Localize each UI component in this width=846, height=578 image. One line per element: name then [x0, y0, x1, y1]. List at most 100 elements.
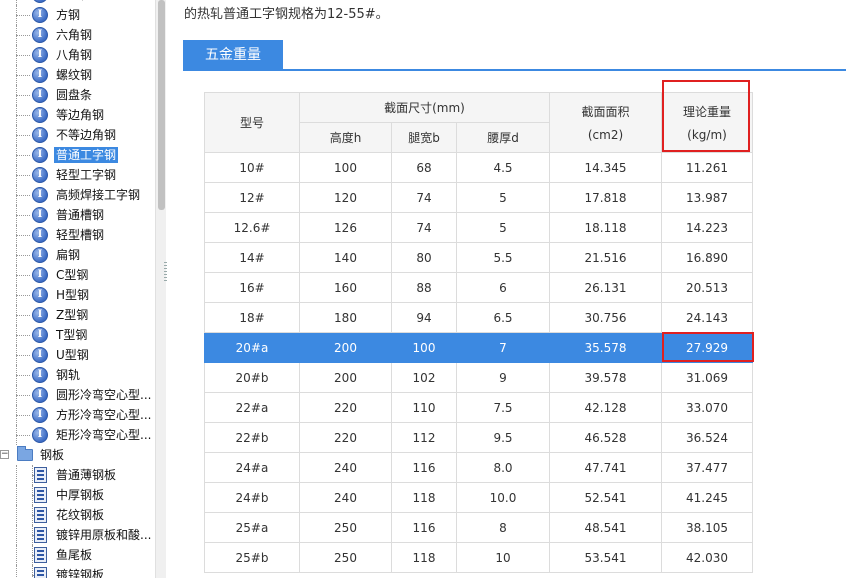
header-area-line1: 截面面积 [581, 105, 630, 119]
tree-item[interactable]: I 圆形冷弯空心型... [0, 385, 155, 405]
tree-item[interactable]: − 钢板 [0, 445, 155, 465]
tree-item-label: 普通槽钢 [56, 208, 105, 222]
tree-item[interactable]: I T型钢 [0, 325, 155, 345]
table-row: 14# 140 80 5.5 21.516 16.890 [204, 242, 753, 273]
i-beam-node-icon: I [32, 47, 48, 63]
tree-item-label: 镀锌用原板和酸... [56, 528, 152, 542]
table-cell: 10 [456, 542, 550, 573]
table-cell: 220 [299, 422, 392, 453]
tree-item-label: 轻型工字钢 [56, 168, 117, 182]
document-icon [34, 507, 47, 523]
tree-item-label: 矩形冷弯空心型... [56, 428, 152, 442]
tree-item[interactable]: I 等边角钢 [0, 105, 155, 125]
tree-item-label: 镀锌钢板 [56, 568, 105, 578]
tree-item[interactable]: I 螺纹钢 [0, 65, 155, 85]
tree-item[interactable]: 镀锌钢板 [0, 565, 155, 578]
table-cell: 37.477 [661, 452, 753, 483]
tree-scroll-thumb[interactable] [158, 0, 165, 210]
table-cell: 10# [204, 152, 300, 183]
tree-item[interactable]: I 钢轨 [0, 365, 155, 385]
tree-item[interactable]: I 扁钢 [0, 245, 155, 265]
table-cell: 5.5 [456, 242, 550, 273]
tree-guide-line [16, 525, 17, 545]
table-cell: 25#b [204, 542, 300, 573]
table-cell: 47.741 [549, 452, 662, 483]
intro-text: 的热轧普通工字钢规格为12-55#。 [184, 7, 389, 22]
tree-item[interactable]: 鱼尾板 [0, 545, 155, 565]
tree-item-label: 轻型槽钢 [56, 228, 105, 242]
tree-item[interactable]: I 方形冷弯空心型... [0, 405, 155, 425]
header-waist-thickness: 腰厚d [456, 122, 550, 153]
table-cell: 24#b [204, 482, 300, 513]
tree-item[interactable]: I 轻型工字钢 [0, 165, 155, 185]
table-cell: 180 [299, 302, 392, 333]
table-cell: 14.223 [661, 212, 753, 243]
tree-item[interactable]: 镀锌用原板和酸... [0, 525, 155, 545]
table-row: 12# 120 74 5 17.818 13.987 [204, 182, 753, 213]
i-beam-node-icon: I [32, 0, 48, 3]
table-cell: 118 [391, 542, 457, 573]
tree-item-label: U型钢 [56, 348, 89, 362]
table-cell: 116 [391, 452, 457, 483]
content-pane: 的热轧普通工字钢规格为12-55#。 五金重量 型号 截面尺寸(mm) 截面面积… [172, 0, 846, 578]
table-cell: 74 [391, 182, 457, 213]
tree-item[interactable]: I Z型钢 [0, 305, 155, 325]
table-cell: 140 [299, 242, 392, 273]
header-area-line2: (cm2) [587, 128, 624, 142]
tree-item[interactable]: I 圆盘条 [0, 85, 155, 105]
tree-guide-line [16, 235, 30, 236]
tree-item[interactable]: 花纹钢板 [0, 505, 155, 525]
tree-item[interactable]: I 普通槽钢 [0, 205, 155, 225]
table-cell: 110 [391, 392, 457, 423]
tree-item-label: 中厚钢板 [56, 488, 105, 502]
i-beam-node-icon: I [32, 407, 48, 423]
splitter-grip-icon[interactable] [164, 262, 167, 282]
tree-guide-line [16, 75, 30, 76]
table-cell: 52.541 [549, 482, 662, 513]
table-cell: 20.513 [661, 272, 753, 303]
i-beam-node-icon: I [32, 327, 48, 343]
folder-icon [17, 446, 33, 461]
i-beam-node-icon: I [32, 367, 48, 383]
table-cell: 10.0 [456, 482, 550, 513]
i-beam-node-icon: I [32, 227, 48, 243]
tab-hardware-weight[interactable]: 五金重量 [183, 40, 283, 70]
tree-item[interactable]: 普通薄钢板 [0, 465, 155, 485]
tree-scrollbar[interactable] [155, 0, 166, 578]
tree-item[interactable]: I 高频焊接工字钢 [0, 185, 155, 205]
tree-item[interactable]: I C型钢 [0, 265, 155, 285]
table-row: 20#b 200 102 9 39.578 31.069 [204, 362, 753, 393]
tree-item[interactable]: I 矩形冷弯空心型... [0, 425, 155, 445]
tree-guide-line [16, 95, 30, 96]
tree-list: I H型钢 I 方钢 I 六角钢 I 八角钢 I 螺纹钢 I 圆盘条 I 等边角钢 I 不等边角钢 I 普通工字钢… [0, 0, 155, 578]
table-cell: 5 [456, 182, 550, 213]
collapse-icon[interactable]: − [0, 450, 9, 459]
tree-item[interactable]: I 轻型槽钢 [0, 225, 155, 245]
table-cell: 16.890 [661, 242, 753, 273]
table-cell: 12.6# [204, 212, 300, 243]
tree-item-label: 圆形冷弯空心型... [56, 388, 152, 402]
tree-item[interactable]: I U型钢 [0, 345, 155, 365]
category-tree: I H型钢 I 方钢 I 六角钢 I 八角钢 I 螺纹钢 I 圆盘条 I 等边角钢 I 不等边角钢 I 普通工字钢… [0, 0, 155, 578]
i-beam-node-icon: I [32, 387, 48, 403]
table-cell: 220 [299, 392, 392, 423]
table-cell: 6 [456, 272, 550, 303]
i-beam-node-icon: I [32, 67, 48, 83]
table-cell: 41.245 [661, 482, 753, 513]
tree-item[interactable]: I 方钢 [0, 5, 155, 25]
i-beam-node-icon: I [32, 267, 48, 283]
table-cell: 24.143 [661, 302, 753, 333]
table-row: 22#a 220 110 7.5 42.128 33.070 [204, 392, 753, 423]
tree-guide-line [16, 315, 30, 316]
tree-item-label: 方形冷弯空心型... [56, 408, 152, 422]
tree-item[interactable]: I 六角钢 [0, 25, 155, 45]
tree-item[interactable]: I H型钢 [0, 285, 155, 305]
header-section-size: 截面尺寸(mm) [299, 92, 550, 123]
tree-item[interactable]: I 不等边角钢 [0, 125, 155, 145]
tree-guide-line [16, 395, 30, 396]
tree-item[interactable]: I 八角钢 [0, 45, 155, 65]
tree-item-label: T型钢 [56, 328, 88, 342]
i-beam-node-icon: I [32, 187, 48, 203]
tree-item[interactable]: 中厚钢板 [0, 485, 155, 505]
tree-item[interactable]: I 普通工字钢 [0, 145, 155, 165]
